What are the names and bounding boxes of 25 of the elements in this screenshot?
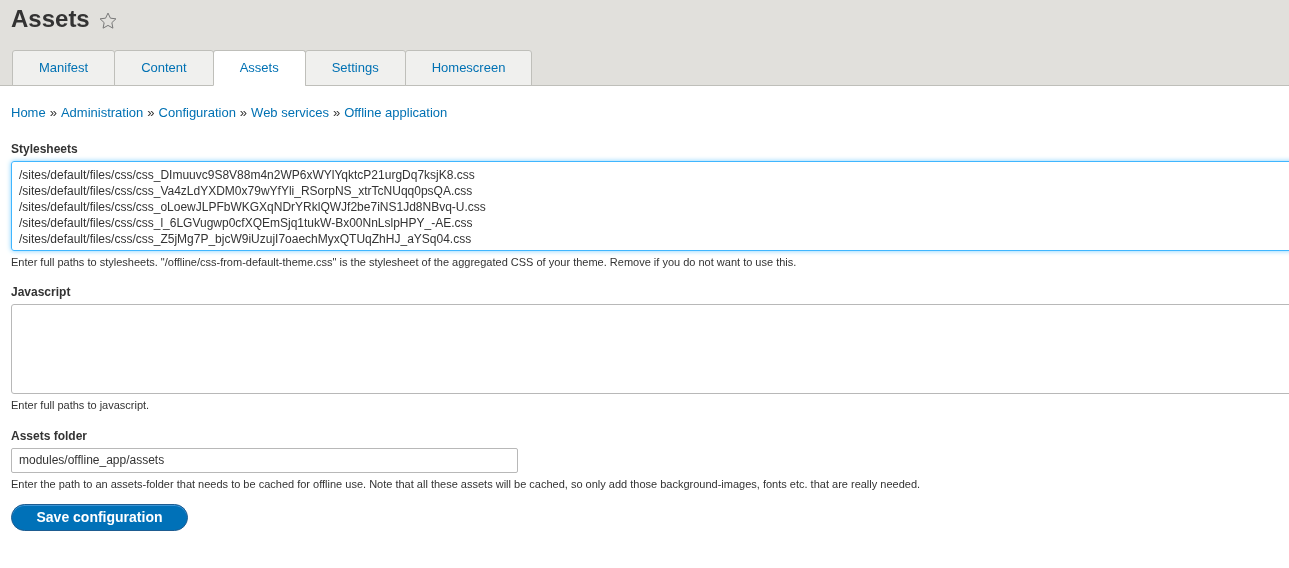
breadcrumb-separator: »: [49, 104, 57, 122]
breadcrumb-link[interactable]: Web services: [251, 103, 329, 123]
breadcrumb-separator: »: [239, 104, 248, 122]
tab[interactable]: Settings: [304, 50, 406, 86]
field-label: Assets folder: [11, 427, 89, 445]
breadcrumb-link[interactable]: Configuration: [158, 103, 236, 123]
tab[interactable]: Manifest: [12, 50, 116, 86]
star-icon[interactable]: [97, 11, 118, 31]
text-area[interactable]: /sites/default/files/css/css_DImuuvc9S8V88m4n2WP6xWYlYqktcP21urgDq7ksjK8.css /sites/default/files/css/css_Va4zLdYXDM0x79wYfYli_RSorpNS_xtrTcNUqq0psQA.css /sites/default/files/css/css_oLoewJLPFbWKGXqNDrYRklQWJf2be7iNS1Jd8NBvq-U.css /sites/default/files/css/css_l_6LGVugwp0cfXQEmSjq1tukW-Bx00NnLslpHPY_-AE.css /sites/default/files/css/css_Z5jMg7P_bjcW9iUzujI7oaechMyxQTUqZhHJ_aYSq04.css: [11, 160, 1289, 251]
field-description: Enter the path to an assets-folder that needs to be cached for offline use. Note that all these assets will be cached, so only add those background-images, fonts etc. that are really needed.: [11, 476, 922, 492]
field-description: Enter full paths to stylesheets. "/offline/css-from-default-theme.css" is the stylesheet of the aggregated CSS of your theme. Remove if you do not want to use this.: [11, 254, 798, 270]
breadcrumb-link[interactable]: Administration: [60, 103, 144, 123]
tab[interactable]: Assets: [212, 50, 306, 86]
breadcrumb-separator: »: [147, 104, 155, 122]
save-button[interactable]: Save configuration: [11, 504, 188, 531]
breadcrumb-link[interactable]: Offline application: [344, 103, 448, 123]
field-label: Javascript: [11, 284, 72, 301]
field-description: Enter full paths to javascript.: [11, 398, 151, 413]
page-title: Assets: [11, 7, 90, 31]
tab[interactable]: Homescreen: [404, 50, 533, 86]
breadcrumb-separator: »: [332, 104, 341, 122]
field-label: Stylesheets: [11, 140, 79, 158]
input-field[interactable]: modules/offline_app/assets: [11, 447, 518, 473]
tab[interactable]: Content: [114, 50, 214, 86]
breadcrumb-link[interactable]: Home: [11, 103, 46, 123]
